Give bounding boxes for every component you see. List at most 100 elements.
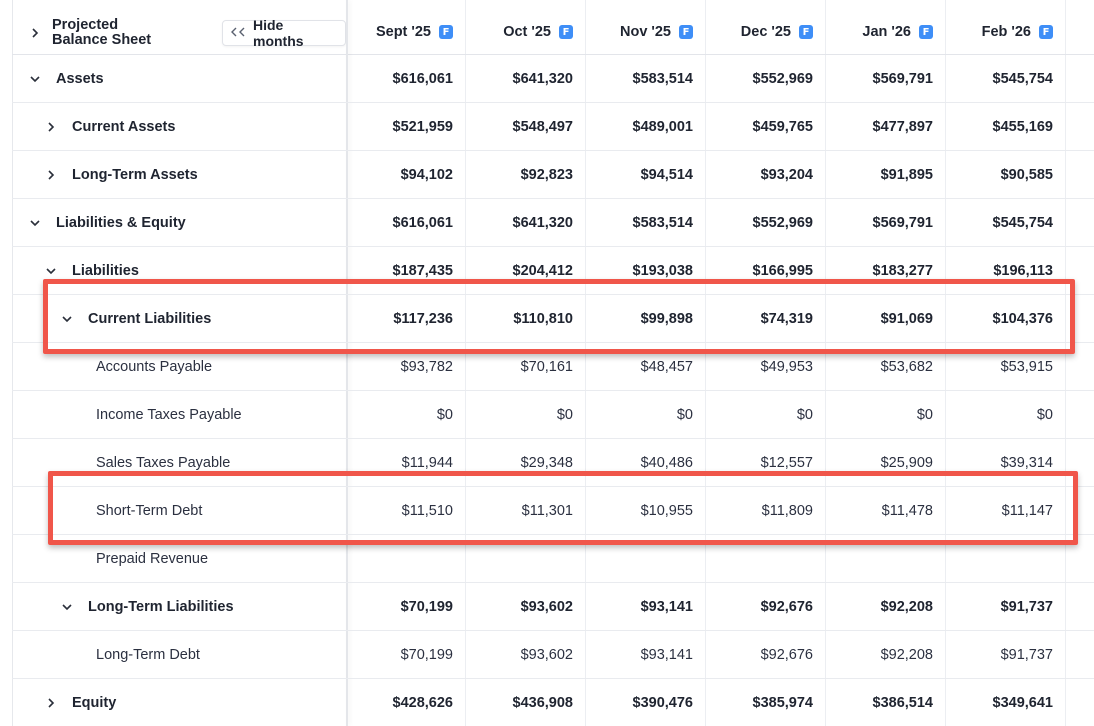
month-header[interactable]: Dec '25 F — [706, 0, 826, 54]
value-cell[interactable]: $459,765 — [706, 103, 826, 150]
value-cell[interactable]: $477,897 — [826, 103, 946, 150]
row-long-term-assets[interactable]: Long-Term Assets $94,102 $92,823 $94,514 $93… — [12, 151, 1094, 199]
value-cell[interactable]: $53,915 — [946, 343, 1066, 390]
value-cell[interactable]: $455,169 — [946, 103, 1066, 150]
value-cell[interactable]: $48,457 — [586, 343, 706, 390]
value-cell[interactable]: $93,141 — [586, 631, 706, 678]
value-cell[interactable]: $70,199 — [346, 583, 466, 630]
value-cell[interactable]: $117,236 — [346, 295, 466, 342]
value-cell[interactable]: $552,969 — [706, 199, 826, 246]
value-cell[interactable]: $196,113 — [946, 247, 1066, 294]
chevron-down-icon[interactable] — [26, 214, 44, 232]
month-header[interactable]: Nov '25 F — [586, 0, 706, 54]
row-long-term-liabilities[interactable]: Long-Term Liabilities $70,199 $93,602 $93,1… — [12, 583, 1094, 631]
row-equity[interactable]: Equity $428,626 $436,908 $390,476 $385,974 $3… — [12, 679, 1094, 726]
value-cell[interactable]: $92,676 — [706, 631, 826, 678]
value-cell[interactable]: $25,909 — [826, 439, 946, 486]
value-cell[interactable]: $99,898 — [586, 295, 706, 342]
value-cell[interactable]: $166,995 — [706, 247, 826, 294]
value-cell[interactable]: $11,944 — [346, 439, 466, 486]
value-cell[interactable]: $641,320 — [466, 55, 586, 102]
value-cell[interactable]: $0 — [586, 391, 706, 438]
value-cell[interactable]: $583,514 — [586, 199, 706, 246]
value-cell[interactable]: $110,810 — [466, 295, 586, 342]
value-cell[interactable]: $92,676 — [706, 583, 826, 630]
value-cell[interactable] — [466, 535, 586, 582]
value-cell[interactable]: $386,514 — [826, 679, 946, 726]
value-cell[interactable]: $569,791 — [826, 199, 946, 246]
value-cell[interactable] — [826, 535, 946, 582]
value-cell[interactable]: $11,809 — [706, 487, 826, 534]
value-cell[interactable]: $94,514 — [586, 151, 706, 198]
hide-months-button[interactable]: Hide months — [222, 17, 346, 49]
row-sales-taxes-payable[interactable]: Sales Taxes Payable $11,944 $29,348 $40,486… — [12, 439, 1094, 487]
chevron-down-icon[interactable] — [58, 598, 76, 616]
month-header[interactable]: Oct '25 F — [466, 0, 586, 54]
value-cell[interactable]: $0 — [466, 391, 586, 438]
value-cell[interactable]: $521,959 — [346, 103, 466, 150]
value-cell[interactable]: $70,199 — [346, 631, 466, 678]
value-cell[interactable] — [346, 535, 466, 582]
value-cell[interactable]: $349,641 — [946, 679, 1066, 726]
value-cell[interactable]: $548,497 — [466, 103, 586, 150]
value-cell[interactable]: $53,682 — [826, 343, 946, 390]
value-cell[interactable]: $545,754 — [946, 199, 1066, 246]
value-cell[interactable]: $0 — [346, 391, 466, 438]
value-cell[interactable]: $49,953 — [706, 343, 826, 390]
value-cell[interactable]: $93,782 — [346, 343, 466, 390]
value-cell[interactable]: $92,208 — [826, 631, 946, 678]
month-header[interactable]: Jan '26 F — [826, 0, 946, 54]
chevron-right-icon[interactable] — [42, 694, 60, 712]
chevron-right-icon[interactable] — [26, 24, 44, 42]
chevron-right-icon[interactable] — [42, 166, 60, 184]
value-cell[interactable]: $29,348 — [466, 439, 586, 486]
value-cell[interactable]: $187,435 — [346, 247, 466, 294]
row-prepaid-revenue[interactable]: Prepaid Revenue — [12, 535, 1094, 583]
row-accounts-payable[interactable]: Accounts Payable $93,782 $70,161 $48,457 $49… — [12, 343, 1094, 391]
value-cell[interactable]: $428,626 — [346, 679, 466, 726]
value-cell[interactable]: $93,602 — [466, 631, 586, 678]
row-short-term-debt[interactable]: Short-Term Debt $11,510 $11,301 $10,955 $11,… — [12, 487, 1094, 535]
value-cell[interactable]: $11,147 — [946, 487, 1066, 534]
chevron-down-icon[interactable] — [42, 262, 60, 280]
value-cell[interactable]: $74,319 — [706, 295, 826, 342]
value-cell[interactable]: $10,955 — [586, 487, 706, 534]
row-income-taxes-payable[interactable]: Income Taxes Payable $0 $0 $0 $0 $0 $0 — [12, 391, 1094, 439]
value-cell[interactable]: $40,486 — [586, 439, 706, 486]
row-long-term-debt[interactable]: Long-Term Debt $70,199 $93,602 $93,141 $92,6… — [12, 631, 1094, 679]
chevron-down-icon[interactable] — [26, 70, 44, 88]
row-assets[interactable]: Assets $616,061 $641,320 $583,514 $552,969 $5… — [12, 55, 1094, 103]
value-cell[interactable]: $91,069 — [826, 295, 946, 342]
value-cell[interactable]: $92,823 — [466, 151, 586, 198]
row-liabilities-equity[interactable]: Liabilities & Equity $616,061 $641,320 $583… — [12, 199, 1094, 247]
value-cell[interactable]: $193,038 — [586, 247, 706, 294]
month-header[interactable]: Sept '25 F — [346, 0, 466, 54]
value-cell[interactable]: $90,585 — [946, 151, 1066, 198]
value-cell[interactable]: $92,208 — [826, 583, 946, 630]
value-cell[interactable]: $93,141 — [586, 583, 706, 630]
value-cell[interactable]: $39,314 — [946, 439, 1066, 486]
chevron-down-icon[interactable] — [58, 310, 76, 328]
value-cell[interactable]: $641,320 — [466, 199, 586, 246]
value-cell[interactable]: $569,791 — [826, 55, 946, 102]
value-cell[interactable]: $93,204 — [706, 151, 826, 198]
value-cell[interactable]: $0 — [826, 391, 946, 438]
value-cell[interactable]: $91,737 — [946, 583, 1066, 630]
row-current-liabilities[interactable]: Current Liabilities $117,236 $110,810 $99,8… — [12, 295, 1094, 343]
value-cell[interactable] — [706, 535, 826, 582]
value-cell[interactable]: $385,974 — [706, 679, 826, 726]
value-cell[interactable]: $94,102 — [346, 151, 466, 198]
value-cell[interactable]: $545,754 — [946, 55, 1066, 102]
value-cell[interactable]: $11,478 — [826, 487, 946, 534]
value-cell[interactable]: $552,969 — [706, 55, 826, 102]
value-cell[interactable]: $91,895 — [826, 151, 946, 198]
month-header[interactable]: Feb '26 F — [946, 0, 1066, 54]
value-cell[interactable] — [946, 535, 1066, 582]
value-cell[interactable]: $436,908 — [466, 679, 586, 726]
value-cell[interactable]: $0 — [946, 391, 1066, 438]
value-cell[interactable]: $91,737 — [946, 631, 1066, 678]
value-cell[interactable]: $93,602 — [466, 583, 586, 630]
value-cell[interactable]: $204,412 — [466, 247, 586, 294]
value-cell[interactable]: $489,001 — [586, 103, 706, 150]
value-cell[interactable]: $616,061 — [346, 199, 466, 246]
